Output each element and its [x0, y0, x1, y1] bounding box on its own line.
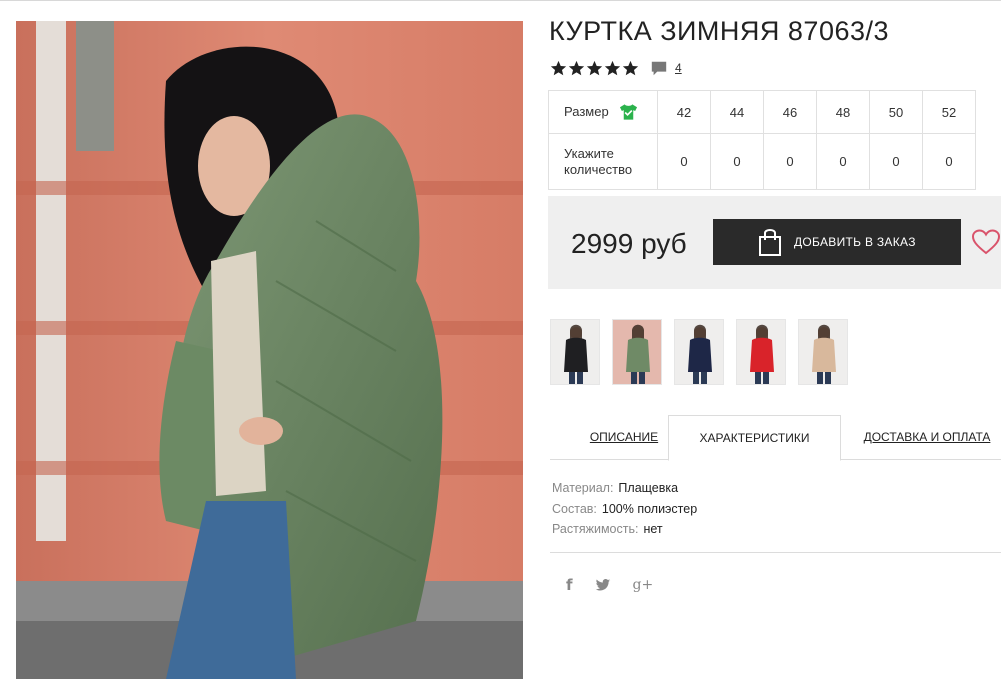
tab-delivery[interactable]: ДОСТАВКА И ОПЛАТА [862, 415, 992, 460]
size-label-cell: Размер [548, 90, 658, 134]
top-divider [0, 0, 1001, 1]
star-icon [568, 60, 585, 75]
star-icon [550, 60, 567, 75]
heart-icon[interactable] [972, 229, 1000, 255]
size-label: Размер [564, 104, 609, 119]
rating-row: 4 [550, 58, 682, 78]
quantity-label-cell: Укажите количество [548, 133, 658, 190]
spec-row: Состав: 100% полиэстер [552, 499, 697, 520]
product-thumbnail[interactable] [612, 319, 662, 385]
spec-value: 100% полиэстер [601, 501, 698, 516]
quantity-input[interactable]: 0 [657, 133, 711, 190]
star-icon [586, 60, 603, 75]
tab-characteristics-label: ХАРАКТЕРИСТИКИ [699, 431, 810, 445]
shopping-bag-icon [759, 229, 781, 256]
product-thumbnail[interactable] [736, 319, 786, 385]
size-table: Размер 42 44 46 48 50 52 Укажите количес… [548, 90, 976, 190]
quantity-input[interactable]: 0 [869, 133, 923, 190]
review-count-link[interactable]: 4 [675, 61, 682, 75]
size-option[interactable]: 46 [763, 90, 817, 134]
size-option[interactable]: 48 [816, 90, 870, 134]
spec-row: Растяжимость: нет [552, 519, 697, 540]
price-panel: 2999 руб ДОБАВИТЬ В ЗАКАЗ [548, 196, 1001, 289]
product-main-photo[interactable] [16, 21, 523, 679]
specs-divider [550, 552, 1001, 553]
facebook-icon[interactable]: f [566, 576, 573, 594]
quantity-input[interactable]: 0 [816, 133, 870, 190]
star-icon [604, 60, 621, 75]
tab-description[interactable]: ОПИСАНИЕ [577, 415, 671, 460]
specs-list: Материал: Плащевка Состав: 100% полиэстер … [552, 478, 697, 540]
spec-row: Материал: Плащевка [552, 478, 697, 499]
spec-key: Состав: [552, 501, 597, 516]
quantity-input[interactable]: 0 [922, 133, 976, 190]
size-option[interactable]: 44 [710, 90, 764, 134]
add-to-order-button[interactable]: ДОБАВИТЬ В ЗАКАЗ [713, 219, 961, 265]
spec-key: Растяжимость: [552, 522, 639, 536]
size-row: Размер 42 44 46 48 50 52 [548, 90, 976, 134]
product-thumbnail[interactable] [798, 319, 848, 385]
quantity-input[interactable]: 0 [763, 133, 817, 190]
tab-description-label: ОПИСАНИЕ [589, 430, 659, 444]
star-icon [622, 60, 639, 75]
spec-value: Плащевка [618, 481, 679, 495]
quantity-input[interactable]: 0 [710, 133, 764, 190]
product-title: КУРТКА ЗИМНЯЯ 87063/3 [549, 16, 890, 46]
size-option[interactable]: 42 [657, 90, 711, 134]
comment-icon [651, 61, 667, 76]
social-share: f g+ [566, 576, 675, 594]
price: 2999 руб [571, 228, 687, 259]
product-thumbnail[interactable] [674, 319, 724, 385]
star-rating[interactable] [550, 60, 640, 77]
size-option[interactable]: 50 [869, 90, 923, 134]
quantity-label-line2: количество [564, 161, 633, 177]
twitter-icon[interactable] [595, 578, 611, 592]
tab-characteristics[interactable]: ХАРАКТЕРИСТИКИ [668, 415, 841, 461]
quantity-row: Укажите количество 0 0 0 0 0 0 [548, 133, 976, 190]
product-tabs: ОПИСАНИЕ ХАРАКТЕРИСТИКИ ДОСТАВКА И ОПЛАТ… [550, 415, 1001, 461]
spec-key: Материал: [552, 481, 614, 495]
tab-delivery-label: ДОСТАВКА И ОПЛАТА [863, 430, 991, 444]
product-thumbnail[interactable] [550, 319, 600, 385]
googleplus-icon[interactable]: g+ [633, 577, 654, 593]
size-option[interactable]: 52 [922, 90, 976, 134]
spec-value: нет [643, 522, 663, 536]
quantity-label-line1: Укажите [564, 145, 614, 161]
thumbnail-strip [550, 319, 860, 385]
add-to-order-label: ДОБАВИТЬ В ЗАКАЗ [794, 235, 916, 249]
size-chart-shirt-icon[interactable] [619, 103, 638, 121]
